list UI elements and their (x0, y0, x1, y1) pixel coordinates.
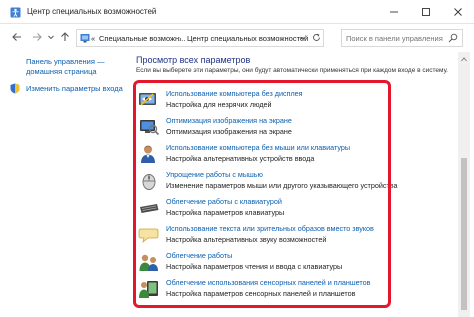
accessibility-center-icon (10, 7, 21, 18)
maximize-button[interactable] (410, 0, 442, 24)
back-arrow-icon (12, 33, 21, 41)
breadcrumb-separator: › (179, 34, 182, 43)
control-panel-icon (80, 33, 90, 45)
intro-text: Если вы выберете эти параметры, они буду… (136, 67, 448, 74)
close-button[interactable] (442, 0, 474, 24)
control-panel-home-link-line1[interactable]: Панель управления — (26, 57, 104, 67)
recent-locations-button[interactable] (47, 30, 55, 44)
back-button[interactable] (10, 30, 24, 44)
forward-arrow-icon (33, 33, 42, 41)
up-arrow-icon (61, 32, 69, 41)
maximize-icon (422, 8, 430, 16)
up-button[interactable] (58, 30, 72, 44)
chevron-down-icon (48, 35, 54, 40)
window-title: Центр специальных возможностей (27, 7, 157, 16)
change-signin-settings-link[interactable]: Изменить параметры входа (26, 84, 123, 94)
vertical-scrollbar[interactable] (458, 52, 470, 317)
refresh-icon[interactable] (312, 33, 321, 44)
close-icon (454, 8, 462, 16)
page-title: Просмотр всех параметров (136, 55, 251, 65)
address-bar[interactable]: « Специальные возможн... › Центр специал… (76, 29, 324, 47)
search-input[interactable] (346, 32, 446, 45)
forward-button[interactable] (30, 30, 44, 44)
highlight-frame (133, 80, 391, 308)
uac-shield-icon (10, 83, 20, 94)
control-panel-home-link-line2[interactable]: домашняя страница (26, 67, 97, 77)
title-bar: Центр специальных возможностей (0, 0, 474, 24)
minimize-icon (390, 11, 398, 13)
breadcrumb-root[interactable]: « (91, 34, 95, 43)
scrollbar-thumb[interactable] (461, 158, 467, 310)
breadcrumb-accessibility[interactable]: Специальные возможн... (99, 34, 185, 43)
search-box[interactable] (341, 29, 463, 47)
minimize-button[interactable] (378, 0, 410, 24)
address-dropdown-icon[interactable] (299, 34, 307, 44)
navigation-bar: « Специальные возможн... › Центр специал… (0, 26, 474, 50)
search-icon[interactable] (448, 33, 458, 45)
left-pane: Панель управления — домашняя страница Из… (0, 52, 128, 317)
breadcrumb-current[interactable]: Центр специальных возможностей (187, 34, 308, 43)
scroll-up-icon[interactable] (461, 55, 467, 64)
